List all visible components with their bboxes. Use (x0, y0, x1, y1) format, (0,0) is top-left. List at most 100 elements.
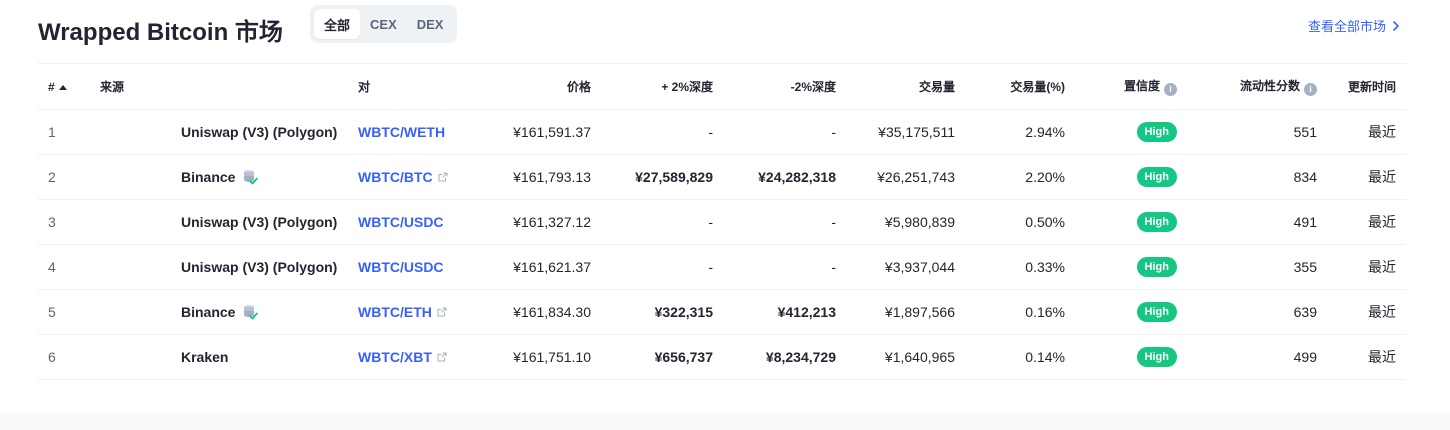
row-confidence: High (1075, 154, 1187, 200)
col-source-header[interactable]: 来源 (90, 64, 348, 110)
row-pair[interactable]: WBTC/XBT (348, 334, 483, 380)
exchange-name[interactable]: Binance (181, 304, 235, 320)
row-pair[interactable]: WBTC/ETH (348, 289, 483, 335)
col-rank-header[interactable]: # (38, 64, 90, 110)
table-row: 3 Uniswap (V3) (Polygon) WBTC/USDC ¥161,327… (38, 199, 1406, 245)
row-confidence: High (1075, 289, 1187, 335)
row-liquidity: 355 (1187, 244, 1327, 290)
markets-table: # 来源 对 价格 + 2%深度 -2%深度 交易量 交易量(%) 置信度 i 流… (38, 63, 1406, 380)
row-volume: ¥1,640,965 (846, 334, 965, 380)
pair-link[interactable]: WBTC/BTC (358, 169, 433, 185)
exchange-name[interactable]: Uniswap (V3) (Polygon) (181, 124, 337, 140)
verified-exchange-icon (244, 170, 259, 185)
verified-exchange-icon (244, 305, 259, 320)
row-liquidity: 834 (1187, 154, 1327, 200)
pair-link[interactable]: WBTC/WETH (358, 124, 445, 140)
col-price-header[interactable]: 价格 (483, 64, 601, 110)
filter-cex-tab[interactable]: CEX (360, 9, 407, 39)
row-depth-plus: - (601, 244, 723, 290)
row-confidence: High (1075, 109, 1187, 155)
view-all-label: 查看全部市场 (1307, 19, 1386, 34)
row-pair[interactable]: WBTC/USDC (348, 199, 483, 245)
row-depth-plus: - (601, 199, 723, 245)
exchange-name[interactable]: Uniswap (V3) (Polygon) (181, 214, 337, 230)
row-price: ¥161,327.12 (483, 199, 601, 245)
row-depth-plus: ¥27,589,829 (601, 154, 723, 200)
pair-link[interactable]: WBTC/XBT (358, 349, 432, 365)
row-pair[interactable]: WBTC/WETH (348, 109, 483, 155)
exchange-name[interactable]: Kraken (181, 349, 228, 365)
row-price: ¥161,751.10 (483, 334, 601, 380)
table-header-row: # 来源 对 价格 + 2%深度 -2%深度 交易量 交易量(%) 置信度 i 流… (38, 63, 1406, 110)
col-updated-header[interactable]: 更新时间 (1327, 64, 1406, 110)
row-updated: 最近 (1327, 199, 1406, 245)
row-pair[interactable]: WBTC/USDC (348, 244, 483, 290)
row-depth-plus: ¥656,737 (601, 334, 723, 380)
pair-link[interactable]: WBTC/USDC (358, 214, 444, 230)
row-price: ¥161,591.37 (483, 109, 601, 155)
col-confidence-header[interactable]: 置信度 i (1075, 64, 1187, 110)
row-volume: ¥35,175,511 (846, 109, 965, 155)
row-price: ¥161,834.30 (483, 289, 601, 335)
confidence-badge: High (1136, 167, 1177, 187)
row-volume-pct: 0.50% (965, 199, 1075, 245)
exchange-name[interactable]: Binance (181, 169, 235, 185)
row-volume-pct: 0.16% (965, 289, 1075, 335)
row-liquidity: 499 (1187, 334, 1327, 380)
col-liquidity-header[interactable]: 流动性分数 i (1187, 64, 1327, 110)
row-source[interactable]: Uniswap (V3) (Polygon) (90, 109, 348, 155)
view-all-markets-link[interactable]: 查看全部市场 (1308, 16, 1402, 35)
external-link-icon[interactable] (438, 172, 448, 182)
table-row: 5 Binance WBTC/ETH ¥161,834.30 ¥322,315 ¥412,… (38, 289, 1406, 335)
row-rank: 6 (38, 334, 90, 380)
row-updated: 最近 (1327, 154, 1406, 200)
row-depth-minus: - (723, 244, 846, 290)
col-depth-minus-header[interactable]: -2%深度 (723, 64, 846, 110)
info-icon[interactable]: i (1304, 83, 1317, 96)
row-volume: ¥1,897,566 (846, 289, 965, 335)
row-updated: 最近 (1327, 244, 1406, 290)
row-rank: 1 (38, 109, 90, 155)
confidence-badge: High (1136, 122, 1177, 142)
confidence-badge: High (1136, 347, 1177, 367)
confidence-badge: High (1136, 212, 1177, 232)
row-depth-minus: ¥412,213 (723, 289, 846, 335)
row-source[interactable]: Binance (90, 154, 348, 200)
row-volume: ¥26,251,743 (846, 154, 965, 200)
page-title: Wrapped Bitcoin 市场 (38, 19, 283, 46)
external-link-icon[interactable] (437, 307, 447, 317)
info-icon[interactable]: i (1164, 83, 1177, 96)
row-confidence: High (1075, 334, 1187, 380)
table-row: 2 Binance WBTC/BTC ¥161,793.13 ¥27,589,829 ¥2… (38, 154, 1406, 200)
exchange-name[interactable]: Uniswap (V3) (Polygon) (181, 259, 337, 275)
filter-dex-tab[interactable]: DEX (407, 9, 454, 39)
pair-link[interactable]: WBTC/USDC (358, 259, 444, 275)
market-type-filter: 全部 CEX DEX (310, 5, 458, 43)
row-depth-minus: ¥8,234,729 (723, 334, 846, 380)
row-updated: 最近 (1327, 289, 1406, 335)
row-source[interactable]: Binance (90, 289, 348, 335)
external-link-icon[interactable] (437, 352, 447, 362)
row-depth-minus: - (723, 199, 846, 245)
row-source[interactable]: Uniswap (V3) (Polygon) (90, 244, 348, 290)
row-liquidity: 491 (1187, 199, 1327, 245)
row-depth-minus: ¥24,282,318 (723, 154, 846, 200)
row-source[interactable]: Kraken (90, 334, 348, 380)
row-rank: 4 (38, 244, 90, 290)
pair-link[interactable]: WBTC/ETH (358, 304, 432, 320)
row-rank: 2 (38, 154, 90, 200)
chevron-right-icon (1393, 20, 1399, 31)
table-row: 1 Uniswap (V3) (Polygon) WBTC/WETH ¥161,591… (38, 109, 1406, 155)
col-volume-pct-header[interactable]: 交易量(%) (965, 64, 1075, 110)
col-volume-header[interactable]: 交易量 (846, 64, 965, 110)
row-volume-pct: 0.14% (965, 334, 1075, 380)
col-depth-plus-header[interactable]: + 2%深度 (601, 64, 723, 110)
filter-all-tab[interactable]: 全部 (314, 9, 361, 39)
row-pair[interactable]: WBTC/BTC (348, 154, 483, 200)
row-updated: 最近 (1327, 334, 1406, 380)
row-volume: ¥5,980,839 (846, 199, 965, 245)
row-volume-pct: 0.33% (965, 244, 1075, 290)
row-rank: 5 (38, 289, 90, 335)
row-source[interactable]: Uniswap (V3) (Polygon) (90, 199, 348, 245)
col-pair-header[interactable]: 对 (348, 64, 483, 110)
